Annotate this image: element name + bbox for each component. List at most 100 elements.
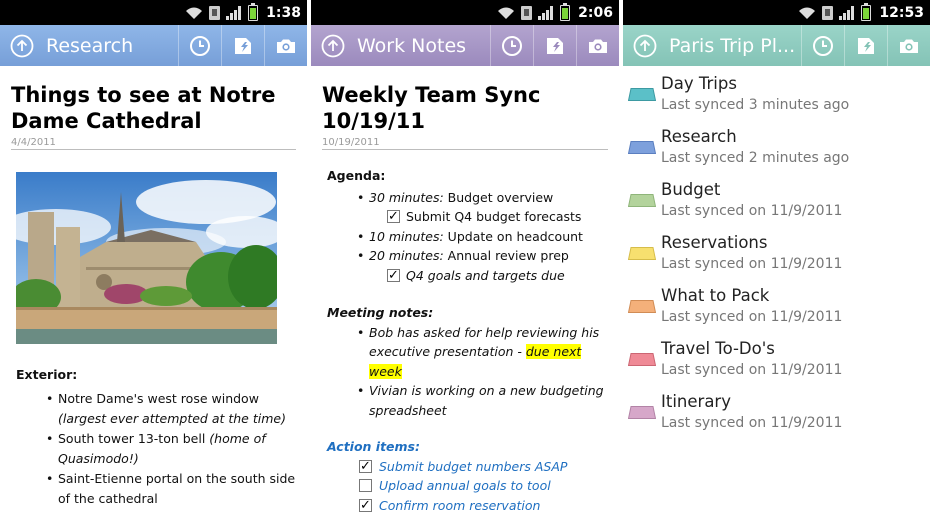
- page-date: 10/19/2011: [322, 137, 608, 150]
- section-name: Travel To-Do's: [661, 339, 775, 358]
- recent-button[interactable]: [801, 25, 844, 66]
- section-sync-status: Last synced on 11/9/2011: [661, 362, 843, 378]
- up-button[interactable]: [623, 25, 667, 66]
- section-item-budget[interactable]: Budget Last synced on 11/9/2011: [623, 172, 930, 225]
- section-tab-icon: [628, 353, 656, 366]
- camera-button[interactable]: [576, 25, 619, 66]
- page-date: 4/4/2011: [11, 137, 296, 150]
- action-item: Confirm room reservation: [327, 496, 617, 512]
- clock-icon: [813, 35, 833, 56]
- new-page-icon: [547, 37, 563, 54]
- section-name: Reservations: [661, 233, 768, 252]
- section-sync-status: Last synced on 11/9/2011: [661, 309, 843, 325]
- section-item-reservations[interactable]: Reservations Last synced on 11/9/2011: [623, 225, 930, 278]
- camera-button[interactable]: [887, 25, 930, 66]
- recent-button[interactable]: [178, 25, 221, 66]
- list-item: 20 minutes: Annual review prep: [357, 246, 617, 266]
- section-name: Research: [661, 127, 737, 146]
- list-item: 30 minutes: Budget overview: [357, 188, 617, 208]
- recent-button[interactable]: [490, 25, 533, 66]
- status-time: 1:38: [266, 5, 301, 21]
- work-notes-screen: 2:06 Work Notes Weekly Team Sync 10/19/1…: [311, 0, 619, 512]
- checkbox[interactable]: [387, 207, 400, 227]
- clock-icon: [502, 35, 522, 56]
- section-item-day-trips[interactable]: Day Trips Last synced 3 minutes ago: [623, 66, 930, 119]
- section-name: What to Pack: [661, 286, 770, 305]
- wifi-icon: [186, 7, 203, 19]
- section-item-research[interactable]: Research Last synced 2 minutes ago: [623, 119, 930, 172]
- battery-icon: [248, 3, 259, 21]
- action-item: Submit budget numbers ASAP: [327, 457, 617, 476]
- section-tab-icon: [628, 194, 656, 207]
- signal-icon: [538, 6, 554, 20]
- bullet-list: Notre Dame's west rose window (largest e…: [16, 389, 296, 509]
- up-arrow-icon: [321, 34, 345, 57]
- checkbox[interactable]: [359, 496, 372, 512]
- section-label: Exterior:: [16, 367, 78, 382]
- list-item: Vivian is working on a new budgeting spr…: [357, 381, 617, 420]
- notebook-title: Paris Trip Pl...: [669, 34, 796, 57]
- note-body: Agenda: 30 minutes: Budget overview Subm…: [327, 166, 617, 512]
- agenda-label: Agenda:: [327, 168, 386, 183]
- section-tab-icon: [628, 247, 656, 260]
- section-item-what-to-pack[interactable]: What to Pack Last synced on 11/9/2011: [623, 278, 930, 331]
- up-arrow-icon: [10, 34, 34, 57]
- section-tab-icon: [628, 300, 656, 313]
- meeting-notes-list: Bob has asked for help reviewing his exe…: [327, 323, 617, 421]
- battery-icon: [560, 3, 571, 21]
- notebook-title: Research: [46, 34, 134, 57]
- section-sync-status: Last synced on 11/9/2011: [661, 256, 843, 272]
- up-button[interactable]: [0, 25, 44, 66]
- camera-icon: [589, 39, 607, 53]
- clock-icon: [190, 35, 210, 56]
- page-title: Weekly Team Sync 10/19/11: [322, 83, 541, 133]
- new-page-icon: [858, 37, 874, 54]
- agenda-list: 10 minutes: Update on headcount 20 minut…: [327, 227, 617, 266]
- status-bar: 1:38: [0, 0, 307, 25]
- notre-dame-photo: [16, 172, 277, 344]
- section-name: Day Trips: [661, 74, 737, 93]
- section-list: Day Trips Last synced 3 minutes ago Rese…: [623, 66, 930, 437]
- note-body: Exterior: Notre Dame's west rose window …: [16, 365, 296, 509]
- checkbox[interactable]: [387, 266, 400, 285]
- agenda-list: 30 minutes: Budget overview: [327, 188, 617, 208]
- new-note-button[interactable]: [533, 25, 576, 66]
- up-button[interactable]: [311, 25, 355, 66]
- meeting-notes-label: Meeting notes:: [327, 305, 434, 320]
- title-bar: Paris Trip Pl...: [623, 25, 930, 66]
- signal-icon: [839, 6, 855, 20]
- section-sync-status: Last synced on 11/9/2011: [661, 415, 843, 431]
- list-item: South tower 13-ton bell (home of Quasimo…: [46, 429, 296, 469]
- section-tab-icon: [628, 406, 656, 419]
- camera-button[interactable]: [264, 25, 307, 66]
- wifi-icon: [799, 7, 816, 19]
- new-note-button[interactable]: [844, 25, 887, 66]
- section-sync-status: Last synced on 11/9/2011: [661, 203, 843, 219]
- section-sync-status: Last synced 2 minutes ago: [661, 150, 850, 166]
- status-bar: 12:53: [623, 0, 930, 25]
- research-screen: 1:38 Research Things to see at Notre Dam…: [0, 0, 307, 512]
- checkbox[interactable]: [359, 457, 372, 476]
- list-item: Bob has asked for help reviewing his exe…: [357, 323, 617, 382]
- section-item-itinerary[interactable]: Itinerary Last synced on 11/9/2011: [623, 384, 930, 437]
- new-page-icon: [235, 37, 251, 54]
- status-bar: 2:06: [311, 0, 619, 25]
- checkbox[interactable]: [359, 479, 372, 493]
- list-item: 10 minutes: Update on headcount: [357, 227, 617, 247]
- paris-trip-screen: 12:53 Paris Trip Pl... Day Trips Last sy…: [623, 0, 930, 512]
- section-name: Itinerary: [661, 392, 731, 411]
- sim-icon: [822, 6, 834, 20]
- battery-icon: [861, 3, 872, 21]
- camera-icon: [277, 39, 295, 53]
- agenda-checkbox-row: Q4 goals and targets due: [327, 266, 617, 285]
- section-tab-icon: [628, 141, 656, 154]
- wifi-icon: [498, 7, 515, 19]
- camera-icon: [900, 39, 918, 53]
- sim-icon: [521, 6, 533, 20]
- action-item: Upload annual goals to tool: [327, 476, 617, 496]
- section-tab-icon: [628, 88, 656, 101]
- section-item-travel-to-dos[interactable]: Travel To-Do's Last synced on 11/9/2011: [623, 331, 930, 384]
- title-bar: Research: [0, 25, 307, 66]
- notebook-title: Work Notes: [357, 34, 467, 57]
- new-note-button[interactable]: [221, 25, 264, 66]
